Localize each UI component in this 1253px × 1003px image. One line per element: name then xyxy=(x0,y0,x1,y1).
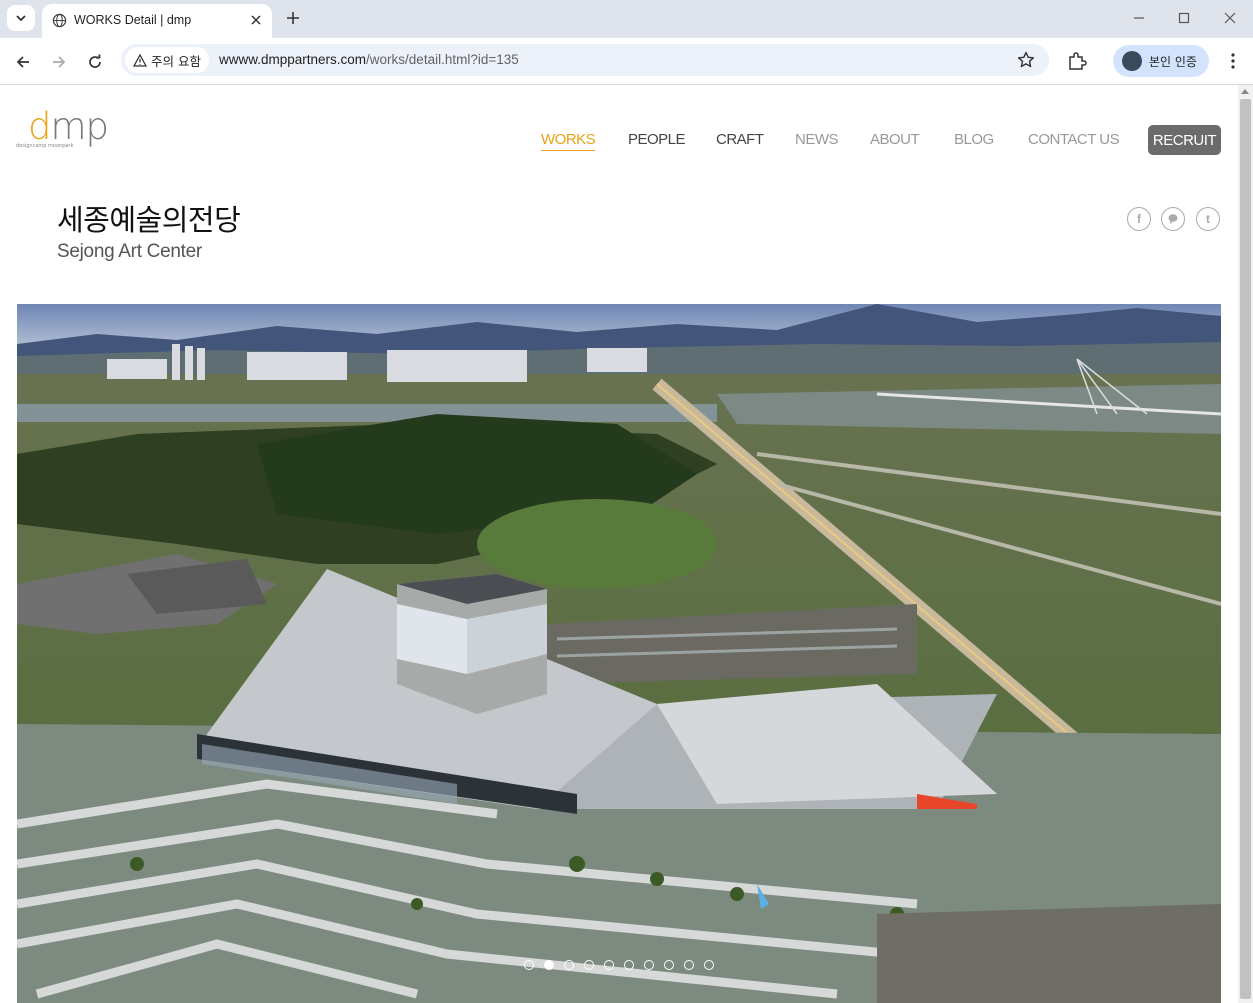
twitter-share-button[interactable]: t xyxy=(1196,207,1220,231)
tab-title: WORKS Detail | dmp xyxy=(74,13,192,27)
aerial-photo-sejong-art-center xyxy=(17,304,1221,1003)
maximize-button[interactable] xyxy=(1176,10,1192,26)
page-scrollbar[interactable] xyxy=(1238,85,1253,1003)
slider-dot[interactable] xyxy=(684,960,694,970)
tab-close-button[interactable] xyxy=(248,12,264,28)
forward-button[interactable] xyxy=(49,52,69,72)
url-path: /works/detail.html?id=135 xyxy=(366,52,519,67)
browser-tab-strip: WORKS Detail | dmp xyxy=(0,0,1253,38)
tab-search-button[interactable] xyxy=(7,5,35,31)
window-close-button[interactable] xyxy=(1222,10,1238,26)
slider-dot[interactable] xyxy=(584,960,594,970)
arrow-right-icon xyxy=(53,56,66,68)
main-nav: WORKS PEOPLE CRAFT NEWS ABOUT BLOG CONTA… xyxy=(1,125,1238,155)
slider-dot[interactable] xyxy=(564,960,574,970)
slider-dot[interactable] xyxy=(664,960,674,970)
web-page: dmp designcamp moonpark WORKS PEOPLE CRA… xyxy=(1,85,1238,1003)
facebook-icon: f xyxy=(1137,212,1141,226)
reload-icon xyxy=(89,54,101,68)
project-photo-slider[interactable] xyxy=(17,304,1221,1003)
slider-pagination xyxy=(17,960,1221,972)
profile-label: 본인 인증 xyxy=(1149,55,1197,69)
nav-craft[interactable]: CRAFT xyxy=(716,131,764,148)
globe-icon xyxy=(52,13,67,28)
security-warning-chip[interactable]: 주의 요함 xyxy=(125,47,209,73)
arrow-left-icon xyxy=(16,56,29,68)
extensions-puzzle-icon[interactable] xyxy=(1066,50,1088,72)
nav-works[interactable]: WORKS xyxy=(541,131,596,151)
plus-icon xyxy=(287,12,299,24)
slider-dot[interactable] xyxy=(524,960,534,970)
slider-dot[interactable] xyxy=(624,960,634,970)
bookmark-star-icon[interactable] xyxy=(1017,51,1035,69)
project-title-korean: 세종예술의전당 xyxy=(57,203,241,237)
chevron-down-icon xyxy=(16,15,26,22)
facebook-share-button[interactable]: f xyxy=(1127,207,1151,231)
back-button[interactable] xyxy=(13,52,33,72)
close-icon xyxy=(1224,12,1236,24)
browser-tab[interactable]: WORKS Detail | dmp xyxy=(42,4,272,38)
slider-dot[interactable] xyxy=(644,960,654,970)
nav-about[interactable]: ABOUT xyxy=(870,131,920,148)
nav-news[interactable]: NEWS xyxy=(795,131,839,148)
scroll-up-arrow-icon[interactable] xyxy=(1241,89,1249,94)
recruit-button[interactable]: RECRUIT xyxy=(1148,125,1221,155)
minimize-button[interactable] xyxy=(1131,10,1147,26)
warning-icon xyxy=(133,53,147,67)
more-vert-icon[interactable] xyxy=(1226,51,1240,71)
nav-blog[interactable]: BLOG xyxy=(954,131,994,148)
minimize-icon xyxy=(1134,17,1144,19)
browser-toolbar: 주의 요함 wwww.dmppartners.com/works/detail.… xyxy=(0,38,1253,85)
avatar xyxy=(1122,51,1142,71)
reload-button[interactable] xyxy=(85,52,105,72)
security-warning-label: 주의 요함 xyxy=(151,53,201,69)
slider-dot[interactable] xyxy=(544,960,554,970)
profile-button[interactable]: 본인 인증 xyxy=(1113,45,1209,77)
url-text[interactable]: wwww.dmppartners.com/works/detail.html?i… xyxy=(219,52,519,67)
close-icon xyxy=(251,15,261,25)
twitter-icon: t xyxy=(1206,212,1210,226)
kakao-icon xyxy=(1168,214,1178,224)
address-bar[interactable]: 주의 요함 wwww.dmppartners.com/works/detail.… xyxy=(121,44,1049,76)
maximize-icon xyxy=(1178,12,1190,24)
url-host: wwww.dmppartners.com xyxy=(219,52,367,67)
project-title-english: Sejong Art Center xyxy=(57,241,202,262)
scrollbar-thumb[interactable] xyxy=(1240,99,1251,999)
nav-contact[interactable]: CONTACT US xyxy=(1028,131,1120,148)
nav-people[interactable]: PEOPLE xyxy=(628,131,686,148)
slider-dot[interactable] xyxy=(604,960,614,970)
kakao-share-button[interactable] xyxy=(1161,207,1185,231)
slider-dot[interactable] xyxy=(704,960,714,970)
new-tab-button[interactable] xyxy=(284,9,302,27)
